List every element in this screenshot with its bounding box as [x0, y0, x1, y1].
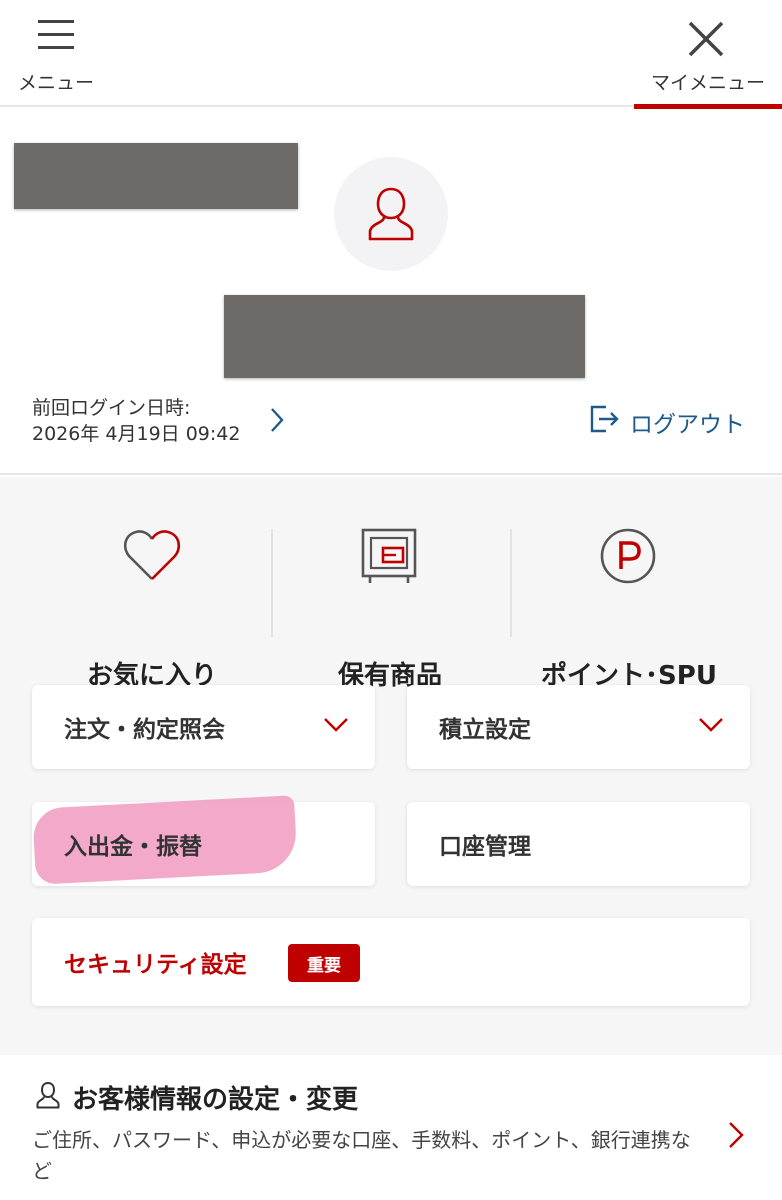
- last-login-value: 2026年 4月19日 09:42: [32, 423, 241, 445]
- account-management-button[interactable]: 口座管理: [407, 802, 750, 886]
- points-spu-link[interactable]: ポイント･SPU: [511, 527, 747, 691]
- profile-section: 前回ログイン日時: 2026年 4月19日 09:42 ログアウト: [0, 109, 782, 475]
- deposit-withdraw-transfer-label: 入出金・振替: [64, 834, 202, 860]
- holdings-link[interactable]: 保有商品: [272, 527, 508, 691]
- mymenu-label: マイメニュー: [650, 72, 765, 94]
- logout-label: ログアウト: [630, 412, 745, 438]
- last-login-label: 前回ログイン日時:: [32, 397, 191, 419]
- menu-button[interactable]: メニュー: [12, 14, 100, 94]
- heart-icon: [123, 530, 181, 580]
- user-icon: [36, 1081, 60, 1109]
- deposit-withdraw-transfer-button[interactable]: 入出金・振替: [32, 795, 375, 886]
- chevron-down-icon: [699, 718, 723, 732]
- security-settings-button[interactable]: セキュリティ設定 重要: [32, 918, 750, 1006]
- favorites-link[interactable]: お気に入り: [34, 527, 270, 691]
- app-header: メニュー マイメニュー: [0, 0, 782, 109]
- accumulation-settings-label: 積立設定: [439, 717, 531, 743]
- chevron-right-icon: [271, 408, 284, 432]
- customer-info-description: ご住所、パスワード、申込が必要な口座、手数料、ポイント、銀行連携など: [32, 1128, 691, 1183]
- last-login-link[interactable]: 前回ログイン日時: 2026年 4月19日 09:42: [32, 395, 302, 451]
- important-badge: 重要: [288, 944, 360, 982]
- hamburger-icon: [38, 20, 74, 49]
- account-management-label: 口座管理: [439, 834, 531, 860]
- my-menu-page: メニュー マイメニュー 前回ログイン日時: 2026年 4月19日 09:42: [0, 0, 782, 1200]
- mymenu-close-button[interactable]: マイメニュー: [634, 14, 782, 109]
- menu-grid-section: お気に入り 保有商品 ポイント･SPU 注文・約定照会 積立設定 入出金・振替 …: [0, 477, 782, 1055]
- orders-inquiry-dropdown[interactable]: 注文・約定照会: [32, 685, 375, 769]
- chevron-down-icon: [324, 718, 348, 732]
- close-icon: [688, 21, 724, 57]
- redacted-block: [224, 295, 585, 378]
- accumulation-settings-dropdown[interactable]: 積立設定: [407, 685, 750, 769]
- chevron-right-icon: [729, 1122, 744, 1148]
- security-settings-label: セキュリティ設定: [64, 952, 247, 978]
- logout-icon: [590, 405, 619, 433]
- user-icon: [368, 187, 414, 241]
- customer-info-link[interactable]: お客様情報の設定・変更 ご住所、パスワード、申込が必要な口座、手数料、ポイント、…: [0, 1055, 782, 1200]
- orders-inquiry-label: 注文・約定照会: [64, 717, 225, 743]
- avatar: [334, 157, 448, 271]
- menu-label: メニュー: [17, 72, 94, 94]
- safe-icon: [361, 528, 417, 583]
- redacted-block: [14, 143, 298, 209]
- logout-button[interactable]: ログアウト: [588, 399, 758, 439]
- point-icon: [600, 528, 656, 584]
- customer-info-title: お客様情報の設定・変更: [72, 1085, 359, 1115]
